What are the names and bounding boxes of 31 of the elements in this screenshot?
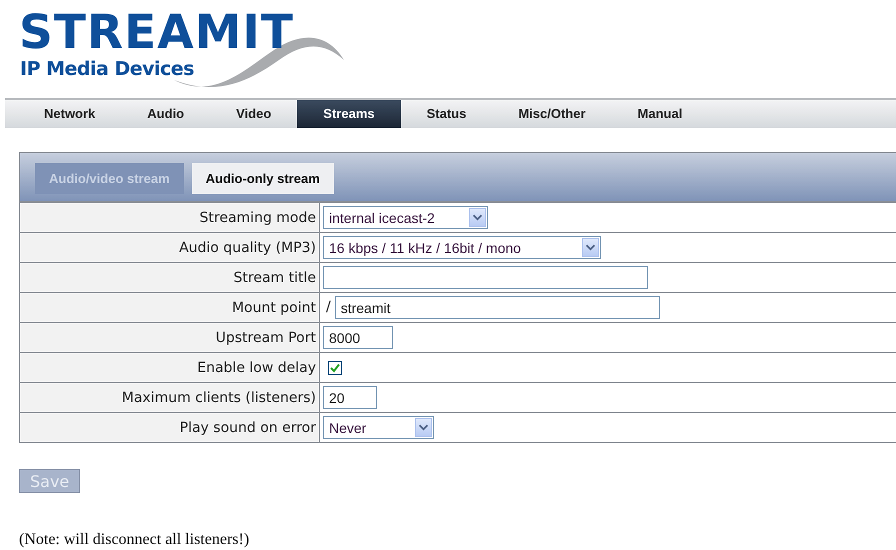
caret-icon (582, 238, 599, 257)
input-field[interactable]: 20 (323, 386, 377, 409)
caret-icon (469, 208, 486, 227)
nav-tab[interactable]: Status (400, 100, 492, 128)
stream-tab[interactable]: Audio-only stream (192, 163, 334, 194)
nav-tab[interactable]: Network (18, 100, 122, 128)
field-label: Enable low delay (20, 352, 320, 382)
input-field[interactable]: streamit (334, 296, 660, 319)
field-label: Play sound on error (20, 412, 320, 442)
checkbox[interactable] (328, 360, 342, 375)
input-field[interactable] (323, 266, 648, 289)
field-label: Mount point (20, 292, 320, 322)
nav-tab[interactable]: Streams (297, 100, 401, 128)
input-field[interactable]: 8000 (323, 326, 393, 349)
field-label: Stream title (20, 262, 320, 292)
field-label: Maximum clients (listeners) (20, 382, 320, 412)
nav-tab[interactable]: Audio (121, 100, 210, 128)
logo-wordmark: STREAMIT (19, 8, 294, 58)
nav-tab[interactable]: Video (210, 100, 298, 128)
dropdown[interactable]: internal icecast-2 (323, 206, 488, 229)
note-text: (Note: will disconnect all listeners!) (19, 531, 250, 549)
dropdown[interactable]: Never (323, 416, 434, 439)
field-label: Streaming mode (20, 202, 320, 232)
caret-icon (415, 418, 432, 437)
field-label: Audio quality (MP3) (20, 232, 320, 262)
logo-tagline: IP Media Devices (20, 58, 194, 80)
path-prefix: / (326, 299, 331, 316)
nav-tab[interactable]: Manual (612, 100, 708, 128)
field-label: Upstream Port (20, 322, 320, 352)
nav-tab[interactable]: Misc/Other (492, 100, 612, 128)
dropdown[interactable]: 16 kbps / 11 kHz / 16bit / mono (323, 236, 601, 259)
